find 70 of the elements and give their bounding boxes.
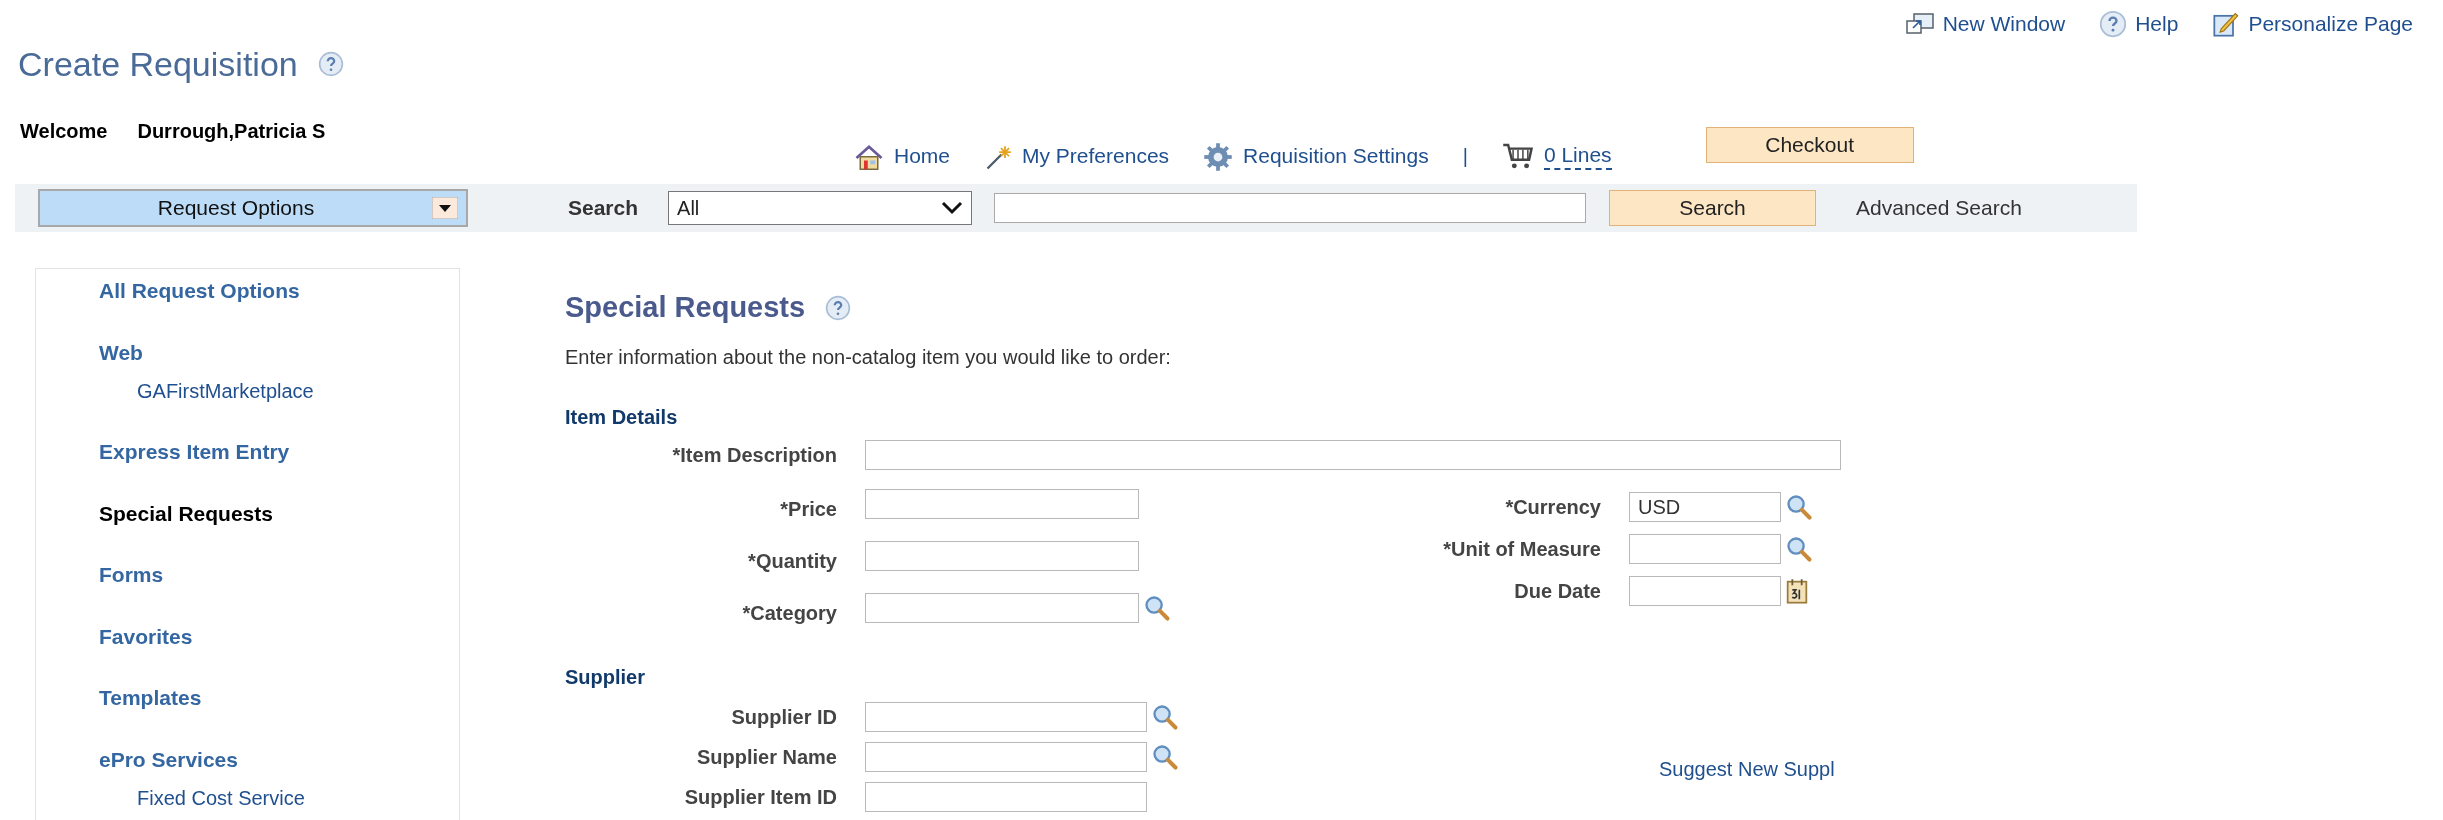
input-field[interactable] — [865, 439, 1841, 470]
field-label: Due Date — [1513, 578, 1601, 604]
search-icon[interactable] — [1151, 702, 1179, 731]
help-icon — [825, 294, 852, 321]
instruction-text: Enter information about the non-catalog item you would like to order: — [565, 344, 1172, 370]
magic-wand-icon — [984, 143, 1013, 172]
field-label: *Quantity — [747, 548, 837, 574]
help-icon — [317, 51, 344, 77]
chevron-icon — [941, 201, 964, 215]
top-link[interactable]: New Window — [1904, 8, 2066, 40]
sidebar-subitem[interactable]: Fixed Cost Service — [137, 783, 459, 813]
search-icon[interactable] — [1151, 742, 1179, 771]
page-title: Create Requisition — [18, 43, 298, 85]
search-icon[interactable] — [1785, 492, 1813, 521]
sidebar-item[interactable]: ePro Services — [99, 743, 459, 775]
top-link[interactable]: Personalize Page — [2212, 8, 2413, 40]
nav-link[interactable]: 0 Lines — [1501, 141, 1612, 171]
welcome-label: Welcome — [20, 119, 108, 144]
edit-page-icon — [2212, 10, 2241, 38]
input-field[interactable] — [865, 701, 1147, 732]
top-link[interactable]: Help — [2099, 8, 2179, 40]
field-label: *Item Description — [671, 442, 837, 468]
search-icon[interactable] — [1785, 534, 1813, 563]
sidebar-item[interactable]: Templates — [99, 682, 459, 714]
request-options-dropdown[interactable]: Request Options — [38, 189, 468, 227]
shopping-cart-icon — [1501, 142, 1534, 171]
nav-link[interactable]: My Preferences — [984, 140, 1170, 172]
nav-link[interactable]: Home — [854, 140, 951, 172]
checkout-button[interactable]: Checkout — [1705, 127, 1914, 163]
sidebar-item[interactable]: Express Item Entry — [99, 436, 459, 468]
section-title: Special Requests — [565, 290, 806, 325]
field-label: Supplier ID — [730, 704, 837, 730]
sidebar-item[interactable]: Web — [99, 336, 459, 368]
field-label: *Currency — [1504, 494, 1601, 520]
input-field[interactable]: USD — [1629, 491, 1781, 522]
field-label: *Unit of Measure — [1442, 536, 1601, 562]
nav-link[interactable]: Requisition Settings — [1203, 140, 1429, 172]
sidebar-item[interactable]: Special Requests — [99, 497, 459, 529]
search-field[interactable] — [994, 193, 1587, 223]
field-label: Supplier Item ID — [683, 784, 837, 810]
input-field[interactable] — [865, 592, 1139, 623]
section-heading: Supplier — [565, 664, 646, 690]
input-field[interactable] — [865, 540, 1139, 571]
input-field[interactable] — [865, 741, 1147, 772]
suggest-supplier-link[interactable]: Suggest New Suppl — [1659, 753, 1835, 784]
sidebar-item[interactable]: Forms — [99, 559, 459, 591]
caret-icon — [432, 197, 458, 219]
help-icon — [2099, 10, 2128, 38]
input-field[interactable] — [1629, 575, 1781, 606]
input-field[interactable] — [865, 781, 1147, 812]
user-name: Durrough,Patricia S — [137, 119, 326, 144]
new-window-icon — [1904, 12, 1935, 36]
house-icon — [854, 143, 884, 172]
input-field[interactable] — [1629, 533, 1781, 564]
sidebar-subitem[interactable]: GAFirstMarketplace — [137, 376, 459, 406]
gear-icon — [1203, 141, 1234, 172]
calendar-icon[interactable] — [1785, 576, 1809, 605]
separator: | — [1462, 144, 1468, 169]
category-select[interactable]: All — [668, 191, 973, 225]
search-button[interactable]: Search — [1609, 190, 1817, 226]
search-icon[interactable] — [1143, 593, 1171, 622]
field-label: *Price — [779, 496, 837, 522]
sidebar-item[interactable]: All Request Options — [99, 275, 459, 307]
field-label: Supplier Name — [695, 744, 837, 770]
advanced-search-link[interactable]: Advanced Search — [1856, 192, 2022, 224]
field-label: *Category — [741, 600, 837, 626]
section-heading: Item Details — [565, 404, 679, 430]
sidebar-item[interactable]: Favorites — [99, 620, 459, 652]
input-field[interactable] — [865, 488, 1139, 519]
search-label: Search — [568, 195, 639, 222]
